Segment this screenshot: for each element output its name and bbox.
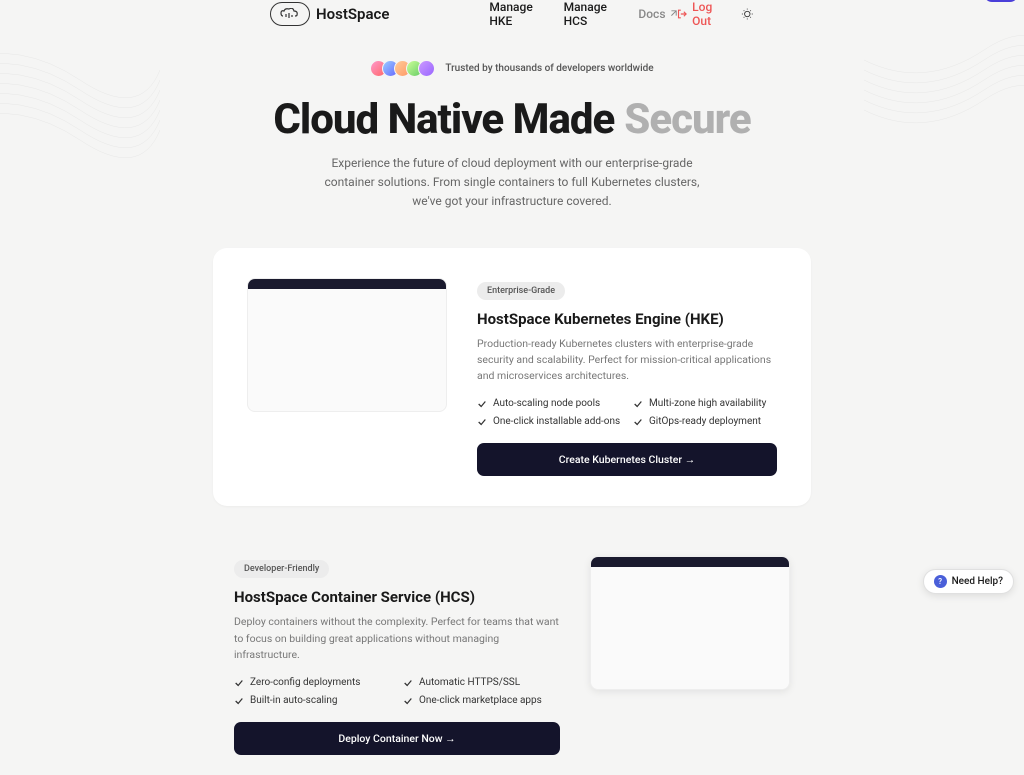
trusted-text: Trusted by thousands of developers world… xyxy=(445,63,653,74)
hke-card: Enterprise-Grade HostSpace Kubernetes En… xyxy=(213,248,811,507)
hcs-badge: Developer-Friendly xyxy=(234,560,329,578)
check-icon xyxy=(403,678,413,688)
hke-cta-button[interactable]: Create Kubernetes Cluster → xyxy=(477,443,777,476)
trusted-row: Trusted by thousands of developers world… xyxy=(0,60,1024,77)
feature-item: Zero-config deployments xyxy=(234,677,391,688)
feature-item: Multi-zone high availability xyxy=(633,398,777,409)
check-icon xyxy=(234,678,244,688)
cloud-icon xyxy=(270,2,310,26)
hcs-card: Developer-Friendly HostSpace Container S… xyxy=(212,536,812,775)
hcs-title: HostSpace Container Service (HCS) xyxy=(234,588,560,606)
nav-manage-hke[interactable]: Manage HKE xyxy=(489,0,549,28)
avatar-stack xyxy=(370,60,435,77)
hcs-cta-button[interactable]: Deploy Container Now → xyxy=(234,722,560,755)
subheadline: Experience the future of cloud deploymen… xyxy=(312,154,712,212)
hcs-screenshot xyxy=(590,556,790,690)
help-icon: ? xyxy=(934,575,947,588)
help-button[interactable]: ? Need Help? xyxy=(923,569,1014,594)
headline-accent: Secure xyxy=(624,95,750,144)
feature-item: GitOps-ready deployment xyxy=(633,416,777,427)
headline: Cloud Native Made Secure xyxy=(0,95,1024,144)
check-icon xyxy=(477,399,487,409)
brand-name: HostSpace xyxy=(316,5,389,23)
check-icon xyxy=(633,399,643,409)
check-icon xyxy=(477,417,487,427)
top-nav: HostSpace Manage HKE Manage HCS Docs Log… xyxy=(0,0,1024,28)
external-link-icon xyxy=(669,10,677,18)
hke-features: Auto-scaling node pools Multi-zone high … xyxy=(477,398,777,427)
check-icon xyxy=(403,696,413,706)
hke-title: HostSpace Kubernetes Engine (HKE) xyxy=(477,310,777,328)
nav-manage-hcs[interactable]: Manage HCS xyxy=(564,0,625,28)
feature-item: Auto-scaling node pools xyxy=(477,398,621,409)
headline-main: Cloud Native Made xyxy=(273,95,614,144)
hcs-desc: Deploy containers without the complexity… xyxy=(234,614,560,663)
hke-content: Enterprise-Grade HostSpace Kubernetes En… xyxy=(477,278,777,477)
logo[interactable]: HostSpace xyxy=(270,2,389,26)
logout-label: Log Out xyxy=(692,0,729,28)
hcs-content: Developer-Friendly HostSpace Container S… xyxy=(234,556,560,755)
check-icon xyxy=(234,696,244,706)
hcs-features: Zero-config deployments Automatic HTTPS/… xyxy=(234,677,560,706)
hke-desc: Production-ready Kubernetes clusters wit… xyxy=(477,336,777,385)
nav-links: Manage HKE Manage HCS Docs xyxy=(489,0,676,28)
hero: Trusted by thousands of developers world… xyxy=(0,60,1024,212)
hke-screenshot xyxy=(247,278,447,412)
logout-button[interactable]: Log Out xyxy=(677,0,730,28)
feature-item: One-click installable add-ons xyxy=(477,416,621,427)
nav-right: Log Out xyxy=(677,0,755,28)
docs-label: Docs xyxy=(638,7,665,21)
logout-icon xyxy=(677,8,688,20)
help-label: Need Help? xyxy=(952,576,1003,587)
hke-badge: Enterprise-Grade xyxy=(477,282,565,300)
avatar xyxy=(418,60,435,77)
check-icon xyxy=(633,417,643,427)
nav-docs[interactable]: Docs xyxy=(638,0,676,28)
feature-item: One-click marketplace apps xyxy=(403,695,560,706)
feature-item: Automatic HTTPS/SSL xyxy=(403,677,560,688)
feature-item: Built-in auto-scaling xyxy=(234,695,391,706)
theme-toggle-icon[interactable] xyxy=(741,7,754,21)
